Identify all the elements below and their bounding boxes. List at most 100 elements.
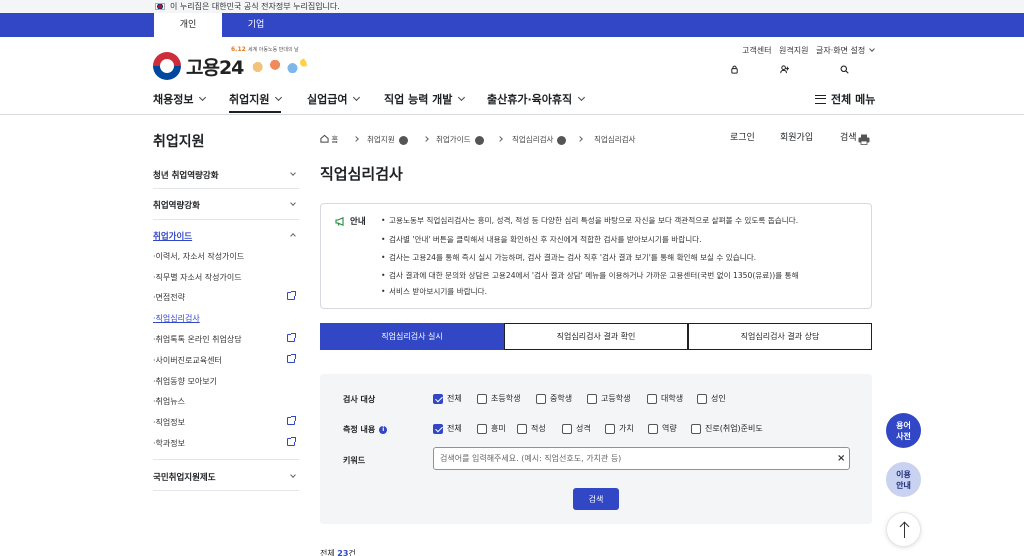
tab-take-test[interactable]: 직업심리검사 실시 xyxy=(320,323,504,350)
sidebar-section-national[interactable]: 국민취업지원제도 xyxy=(153,471,299,483)
external-link-icon xyxy=(287,333,296,342)
target-label: 검사 대상 xyxy=(343,394,375,405)
checkbox-label: 가치 xyxy=(619,424,634,433)
sidebar-section-guide[interactable]: 취업가이드 xyxy=(153,230,299,242)
gnb-item-parental-leave[interactable]: 출산휴가·육아휴직 xyxy=(487,91,586,113)
tab-business[interactable]: 기업 xyxy=(222,13,290,37)
sidebar-item-trends[interactable]: ·취업동향 모아보기 xyxy=(153,376,299,387)
sidebar-item-resume-guide[interactable]: ·이력서, 자소서 작성가이드 xyxy=(153,251,299,262)
content-competency-checkbox[interactable]: 역량 xyxy=(648,423,677,434)
checkbox-label: 적성 xyxy=(531,424,546,433)
sidebar-item-label: 사이버진로교육센터 xyxy=(155,356,222,365)
sidebar-item-label: 면접전략 xyxy=(155,293,185,302)
sidebar-section-label: 취업역량강화 xyxy=(153,201,200,211)
dropdown-icon xyxy=(557,135,567,145)
print-icon[interactable] xyxy=(858,134,870,145)
content-value-checkbox[interactable]: 가치 xyxy=(605,423,634,434)
megaphone-icon xyxy=(335,216,344,226)
sidebar-section-capacity[interactable]: 취업역량강화 xyxy=(153,199,299,211)
display-settings-link[interactable]: 글자·화면 설정 xyxy=(816,45,875,56)
event-text: 세계 아동노동 반대의 날 xyxy=(248,47,299,53)
chevron-up-icon xyxy=(290,233,296,239)
sidebar-item-cyber-career[interactable]: ·사이버진로교육센터 xyxy=(153,354,299,366)
event-illustration-icon xyxy=(249,56,307,78)
sidebar-title: 취업지원 xyxy=(153,134,205,150)
tab-check-result[interactable]: 직업심리검사 결과 확인 xyxy=(504,323,688,350)
notice-box: 안내 고용노동부 직업심리검사는 흥미, 성격, 적성 등 다양한 심리 특성을… xyxy=(320,203,872,309)
gnb-item-vocational-training[interactable]: 직업 능력 개발 xyxy=(384,91,466,113)
checkbox-checked-icon xyxy=(433,423,443,434)
target-high-checkbox[interactable]: 고등학생 xyxy=(587,393,630,404)
all-menu-label: 전체 메뉴 xyxy=(831,93,876,106)
chevron-down-icon xyxy=(199,93,207,102)
target-college-checkbox[interactable]: 대학생 xyxy=(647,393,683,404)
content-label-text: 측정 내용 xyxy=(343,425,376,434)
login-button[interactable]: 로그인 xyxy=(730,65,755,143)
checkbox-icon xyxy=(691,423,701,434)
external-link-icon xyxy=(287,416,296,425)
header-search-button[interactable]: 검색 xyxy=(840,65,857,143)
sidebar-item-interview[interactable]: ·면접전략 xyxy=(153,291,299,303)
result-suffix: 건 xyxy=(348,549,356,556)
glossary-button[interactable]: 용어 사전 xyxy=(886,413,921,448)
gnb-label: 실업급여 xyxy=(307,93,348,106)
sidebar-item-psych-test[interactable]: ·직업심리검사 xyxy=(153,313,299,324)
gnb-item-employment-support[interactable]: 취업지원 xyxy=(229,91,283,113)
info-icon[interactable]: i xyxy=(379,425,388,434)
sidebar-item-major-info[interactable]: ·학과정보 xyxy=(153,437,299,449)
content-label: 측정 내용 i xyxy=(343,424,388,435)
sidebar-item-job-info[interactable]: ·직업정보 xyxy=(153,416,299,428)
tab-personal[interactable]: 개인 xyxy=(154,13,222,37)
checkbox-icon xyxy=(562,423,572,434)
breadcrumb-home[interactable]: 홈 xyxy=(320,134,338,145)
content-readiness-checkbox[interactable]: 진로(취업)준비도 xyxy=(691,423,763,434)
remote-support-link[interactable]: 원격지원 xyxy=(779,45,808,56)
content-aptitude-checkbox[interactable]: 적성 xyxy=(517,423,546,434)
sidebar-item-job-cover-letter[interactable]: ·직무별 자소서 작성가이드 xyxy=(153,272,299,283)
sidebar-item-news[interactable]: ·취업뉴스 xyxy=(153,396,299,407)
checkbox-label: 전체 xyxy=(447,394,462,403)
content-interest-checkbox[interactable]: 흥미 xyxy=(477,423,506,434)
target-middle-checkbox[interactable]: 중학생 xyxy=(536,393,572,404)
checkbox-icon xyxy=(517,423,527,434)
gnb-item-jobs[interactable]: 채용정보 xyxy=(153,91,207,113)
gnb-item-unemployment-benefit[interactable]: 실업급여 xyxy=(307,91,361,113)
all-menu-button[interactable]: 전체 메뉴 xyxy=(815,91,875,107)
sidebar-section-youth[interactable]: 청년 취업역량강화 xyxy=(153,169,299,181)
sidebar-item-online-counsel[interactable]: ·취업톡톡 온라인 취업상담 xyxy=(153,333,299,345)
chevron-down-icon xyxy=(458,93,466,102)
external-link-icon xyxy=(287,437,296,446)
guide-button[interactable]: 이용 안내 xyxy=(886,462,921,497)
scroll-top-button[interactable] xyxy=(886,512,921,547)
tab-result-counsel[interactable]: 직업심리검사 결과 상담 xyxy=(688,323,872,350)
breadcrumb-employment-support[interactable]: 취업지원 xyxy=(367,134,408,145)
customer-center-link[interactable]: 고객센터 xyxy=(742,45,771,56)
checkbox-label: 흥미 xyxy=(491,424,506,433)
login-label: 로그인 xyxy=(730,133,755,143)
breadcrumb-psych-test[interactable]: 직업심리검사 xyxy=(512,134,567,145)
checkbox-icon xyxy=(648,423,658,434)
notice-line-cont: 서비스 받아보시기를 바랍니다. xyxy=(381,285,861,298)
chevron-down-icon xyxy=(353,93,361,102)
checkbox-label: 중학생 xyxy=(550,394,573,403)
logo-text: 고용24 xyxy=(186,56,244,79)
keyword-input[interactable] xyxy=(433,447,850,470)
chevron-down-icon xyxy=(290,170,296,176)
clear-icon[interactable]: × xyxy=(837,453,845,464)
content-personality-checkbox[interactable]: 성격 xyxy=(562,423,591,434)
search-button[interactable]: 검색 xyxy=(573,488,619,510)
signup-button[interactable]: 회원가입 xyxy=(780,65,813,143)
sidebar-section-label: 청년 취업역량강화 xyxy=(153,171,219,181)
chevron-down-icon xyxy=(290,200,296,206)
glossary-label-2: 사전 xyxy=(896,432,911,441)
checkbox-icon xyxy=(477,423,487,434)
checkbox-icon xyxy=(536,393,546,404)
target-elementary-checkbox[interactable]: 초등학생 xyxy=(477,393,520,404)
target-all-checkbox[interactable]: 전체 xyxy=(433,393,462,404)
content-all-checkbox[interactable]: 전체 xyxy=(433,423,462,434)
target-adult-checkbox[interactable]: 성인 xyxy=(697,393,726,404)
site-logo[interactable]: 고용24 6.12 세계 아동노동 반대의 날 xyxy=(153,46,307,80)
external-link-icon xyxy=(287,291,296,300)
breadcrumb-guide[interactable]: 취업가이드 xyxy=(436,134,484,145)
chevron-right-icon xyxy=(577,136,583,142)
